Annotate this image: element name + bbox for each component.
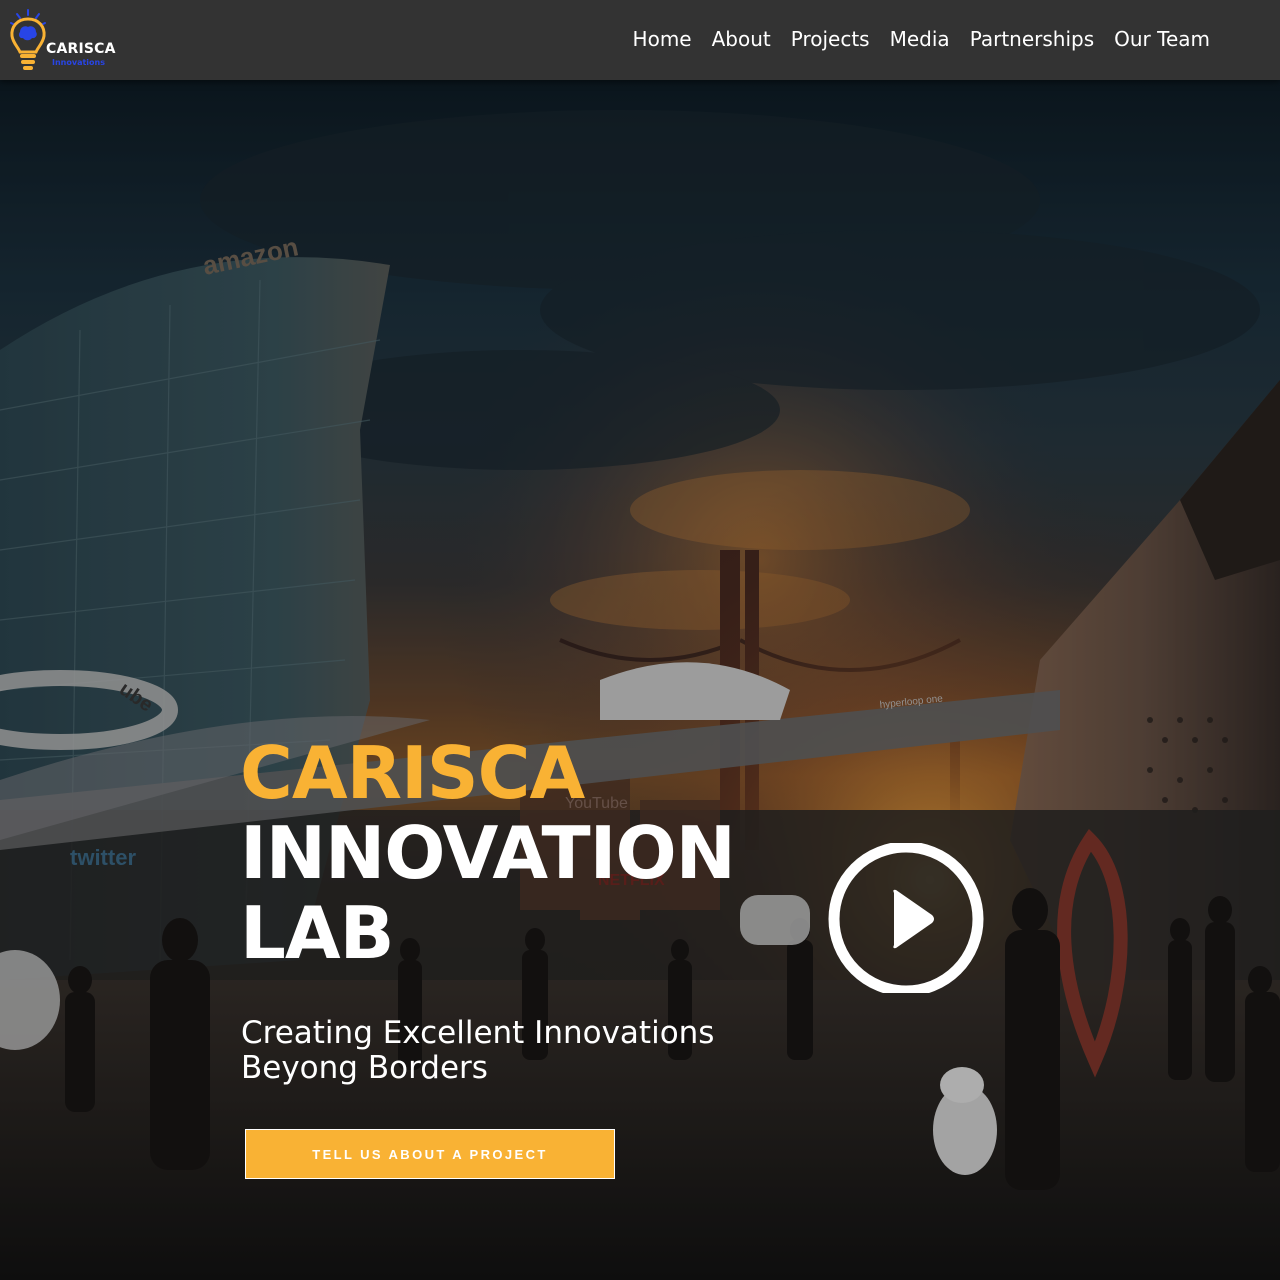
hero-title-carisca: CARISCA (240, 731, 585, 815)
nav-item-partnerships[interactable]: Partnerships (960, 24, 1104, 54)
hero-subtitle: Creating Excellent Innovations Beyong Bo… (241, 1015, 715, 1086)
lightbulb-brain-icon (10, 9, 46, 70)
nav-item-our-team[interactable]: Our Team (1104, 24, 1220, 54)
hero-dark-overlay (0, 80, 1280, 1280)
site-header: CARISCA Innovations Home About Projects … (0, 0, 1280, 80)
hero-title: CARISCA INNOVATION LAB (240, 731, 736, 975)
nav-item-projects[interactable]: Projects (781, 24, 880, 54)
site-logo[interactable]: CARISCA Innovations (8, 8, 128, 72)
nav-item-home[interactable]: Home (623, 24, 702, 54)
logo-wordmark: CARISCA (46, 41, 116, 57)
hero-section: amazon twitter YouTube NETFLIX hyperloop… (0, 80, 1280, 1280)
main-nav: Home About Projects Media Partnerships O… (623, 24, 1220, 54)
hero-title-lab: LAB (240, 891, 394, 975)
tell-us-about-project-button[interactable]: TELL US ABOUT A PROJECT (245, 1129, 615, 1179)
nav-item-about[interactable]: About (702, 24, 781, 54)
logo-tagline: Innovations (52, 58, 105, 67)
nav-item-media[interactable]: Media (880, 24, 960, 54)
page: CARISCA Innovations Home About Projects … (0, 0, 1280, 1280)
play-circle-icon (828, 841, 984, 997)
hero-title-innovation: INNOVATION (240, 811, 736, 895)
video-play-button[interactable] (826, 841, 986, 997)
